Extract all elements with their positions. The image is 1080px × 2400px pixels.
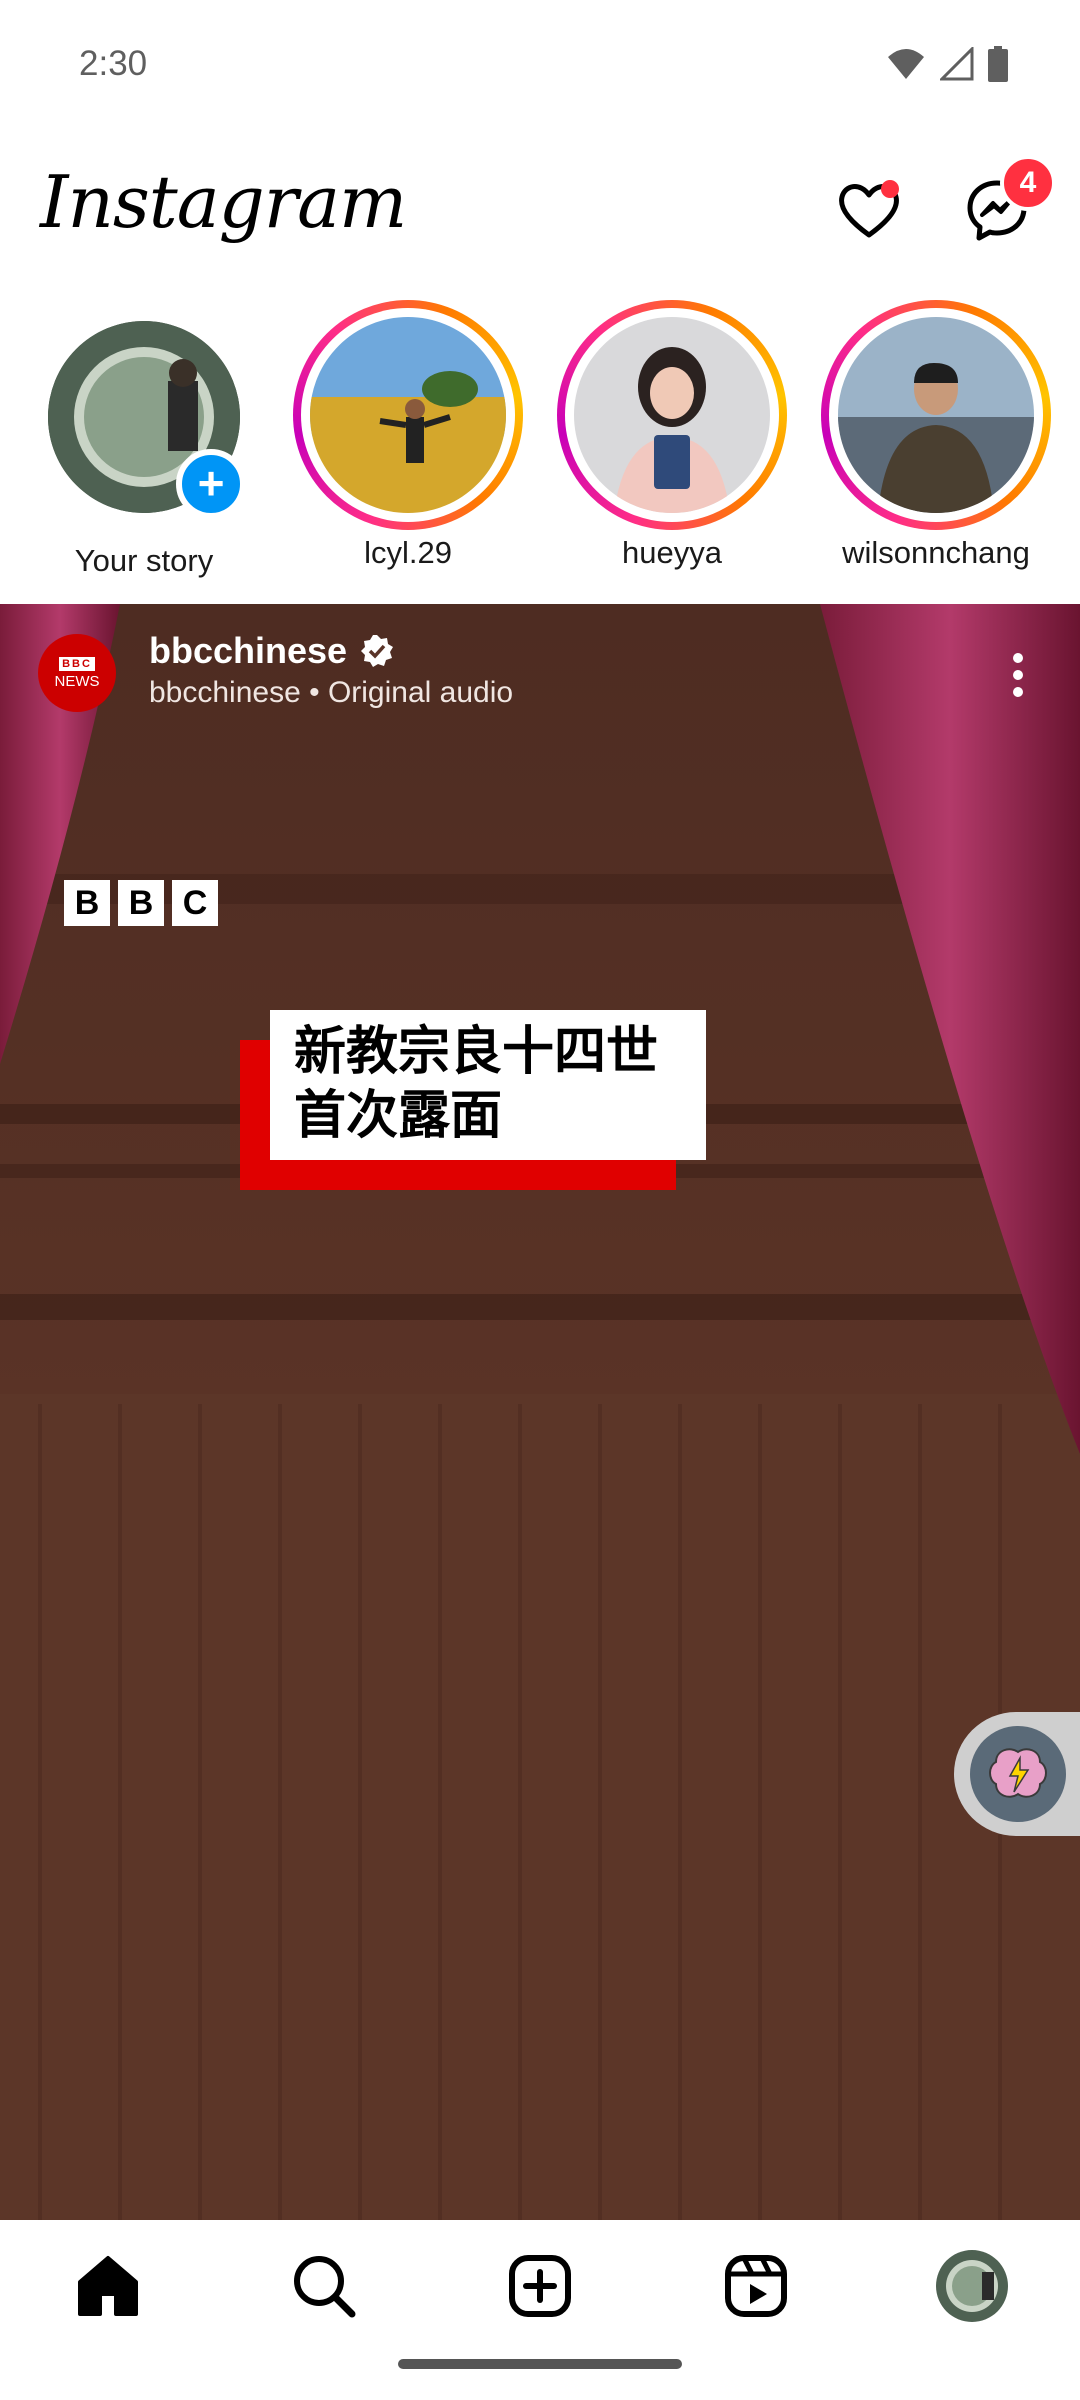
notification-dot — [881, 180, 899, 198]
nav-reels[interactable] — [720, 2250, 792, 2322]
bottom-navigation — [0, 2220, 1080, 2400]
nav-home[interactable] — [72, 2250, 144, 2322]
story-label: lcyl.29 — [364, 535, 452, 570]
search-icon — [294, 2256, 356, 2318]
verified-icon — [361, 635, 394, 667]
avatar — [310, 317, 506, 513]
create-icon — [509, 2255, 571, 2317]
nav-create[interactable] — [504, 2250, 576, 2322]
more-options-icon[interactable] — [1012, 652, 1024, 698]
add-story-button[interactable]: + — [176, 449, 246, 519]
floating-assistant-button[interactable] — [954, 1712, 1080, 1836]
wifi-icon — [888, 49, 924, 79]
news-avatar-text: NEWS — [54, 672, 100, 690]
reels-icon — [725, 2255, 787, 2317]
nav-search[interactable] — [288, 2250, 360, 2322]
headline-line1: 新教宗良十四世 — [294, 1022, 659, 1082]
instagram-logo[interactable]: Instagram — [40, 160, 407, 244]
gesture-home-bar[interactable] — [398, 2359, 682, 2369]
bbc-letter: C — [172, 880, 218, 926]
status-icons — [886, 46, 1008, 82]
nav-profile[interactable] — [936, 2250, 1008, 2322]
bbc-avatar-text: BBC — [59, 656, 95, 671]
headline-line2: 首次露面 — [294, 1086, 503, 1146]
signal-icon — [940, 47, 974, 81]
post-username-row[interactable]: bbcchinese — [149, 630, 395, 672]
status-bar: 2:30 — [0, 0, 1080, 135]
post-audio-info[interactable]: bbcchinese • Original audio — [149, 676, 513, 710]
brain-icon — [989, 1748, 1047, 1798]
post-video[interactable] — [0, 604, 1080, 2220]
battery-icon — [988, 46, 1008, 82]
avatar — [574, 317, 770, 513]
post-author-avatar[interactable]: BBC NEWS — [38, 634, 116, 712]
messages-badge: 4 — [1000, 155, 1056, 211]
bbc-logo: B B C — [64, 880, 218, 926]
profile-avatar — [936, 2250, 1008, 2322]
status-time: 2:30 — [79, 44, 148, 83]
video-headline: 新教宗良十四世 首次露面 — [270, 1010, 706, 1160]
bbc-letter: B — [118, 880, 164, 926]
feed-post: BBC NEWS bbcchinese bbcchinese • Origina… — [0, 604, 1080, 2220]
post-username[interactable]: bbcchinese — [149, 630, 347, 672]
story-label: hueyya — [622, 535, 722, 570]
avatar — [838, 317, 1034, 513]
story-label: Your story — [74, 543, 214, 578]
stories-tray: + Your story lcyl.29 hueyya wilsonnchang — [0, 295, 1080, 595]
home-icon — [78, 2256, 138, 2316]
story-label: wilsonnchang — [842, 535, 1030, 570]
bbc-letter: B — [64, 880, 110, 926]
post-header: BBC NEWS bbcchinese bbcchinese • Origina… — [0, 604, 1080, 734]
